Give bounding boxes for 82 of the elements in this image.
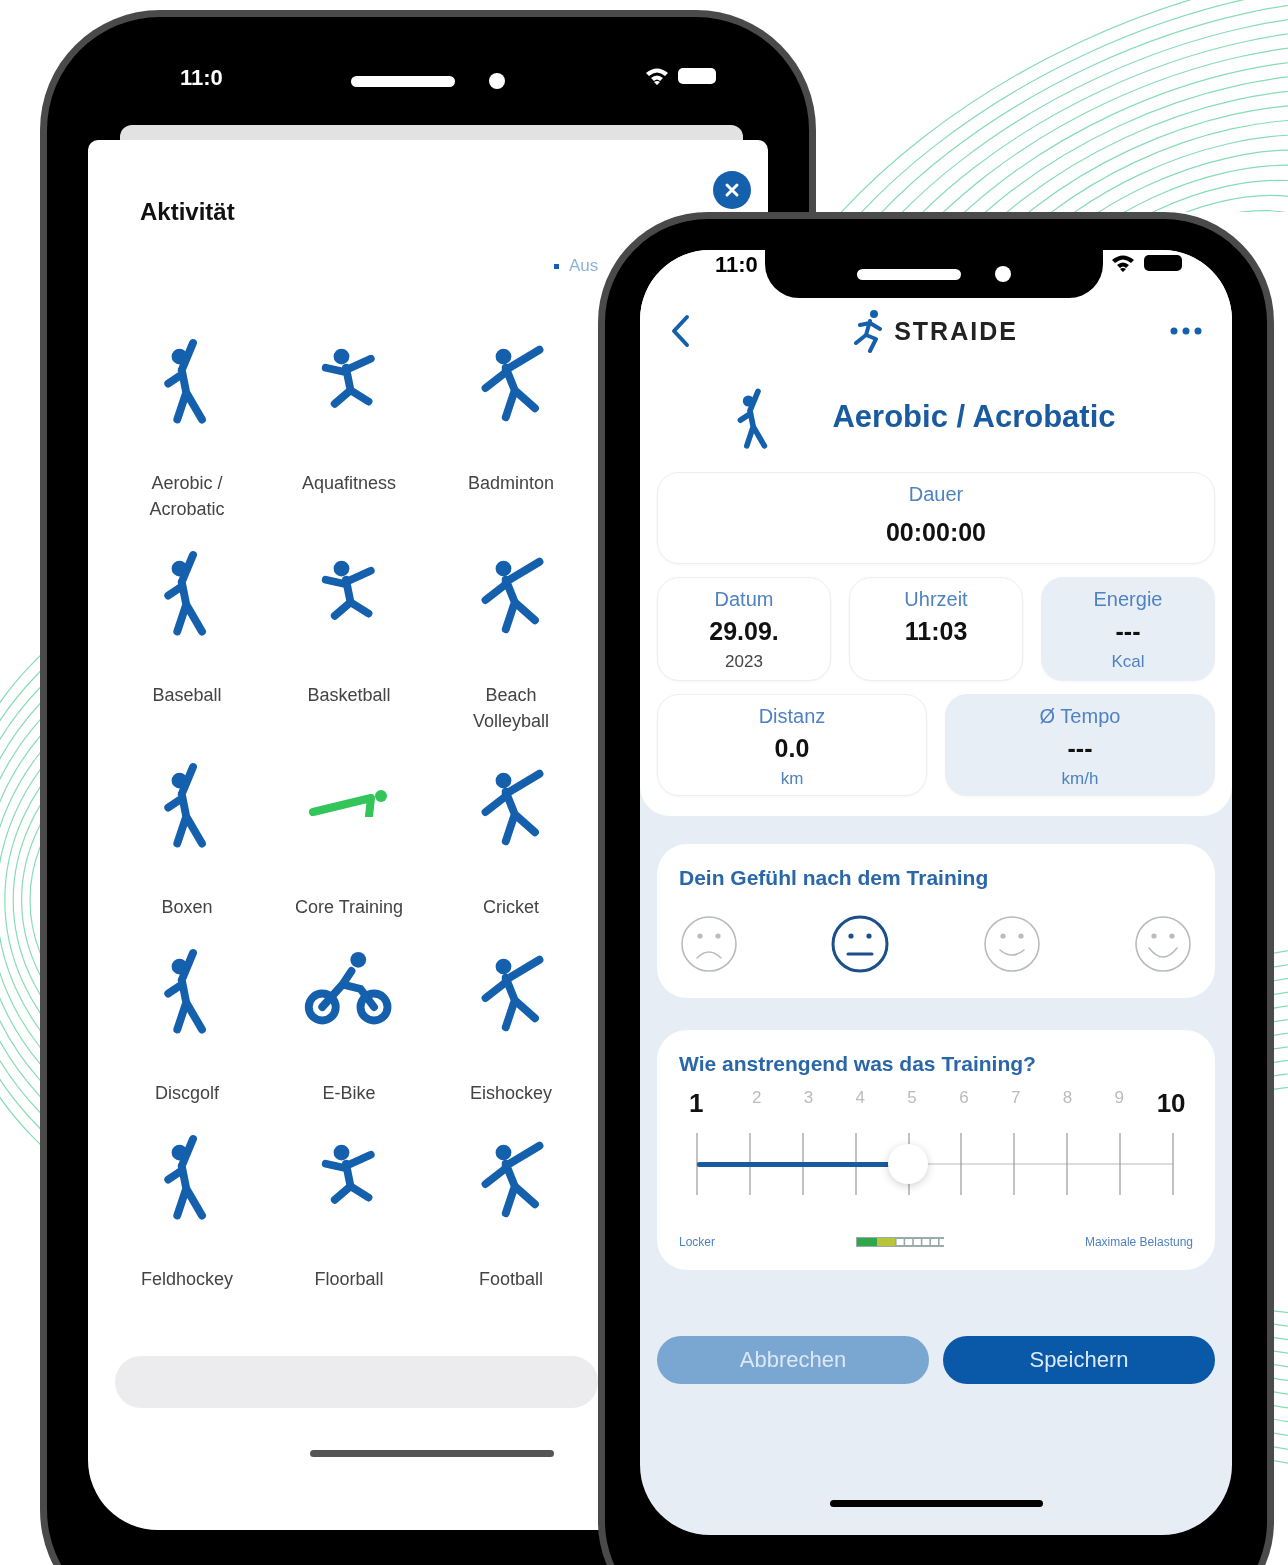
stat-unit: Kcal: [1111, 652, 1145, 672]
activity-tile[interactable]: Badminton: [430, 334, 592, 546]
status-time: 11:0: [715, 252, 758, 278]
scale-number: 1: [688, 1088, 705, 1119]
wifi-icon: [644, 67, 670, 85]
scale-max-label: Maximale Belastung: [1084, 1235, 1193, 1249]
activity-label: Feldhockey: [140, 1268, 234, 1291]
activity-tile[interactable]: E-Bike: [268, 944, 430, 1130]
activity-tile[interactable]: Feldhockey: [106, 1130, 268, 1316]
stat-unit: km/h: [1061, 769, 1099, 789]
scale-number: 3: [802, 1088, 815, 1109]
wifi-icon: [1110, 254, 1136, 272]
battery-icon: [678, 68, 716, 84]
activity-tile[interactable]: Aerobic / Acrobatic: [106, 334, 268, 546]
stat-unit: km: [780, 769, 804, 789]
scale-number: 7: [1009, 1088, 1022, 1109]
intensity-scale-icon: [856, 1237, 944, 1247]
activity-label: Football: [478, 1268, 543, 1291]
stat-card[interactable]: Distanz 0.0 km: [657, 694, 927, 796]
activity-title: Aerobic / Acrobatic: [832, 399, 1116, 435]
scale-number: 2: [750, 1088, 763, 1109]
activity-label: Eishockey: [469, 1082, 552, 1105]
activity-tile[interactable]: Eishockey: [430, 944, 592, 1130]
activity-label: Core Training: [294, 896, 404, 919]
activity-label: Cricket: [483, 896, 539, 919]
stat-label: Distanz: [758, 705, 826, 728]
stat-value: 29.09.: [709, 617, 779, 646]
scale-number: 8: [1061, 1088, 1074, 1109]
battery-icon: [1144, 255, 1182, 271]
bullet-icon: [554, 263, 559, 269]
scale-number: 4: [854, 1088, 866, 1109]
activity-tile[interactable]: Basketball: [268, 546, 430, 758]
stat-label: Ø Tempo: [1039, 705, 1121, 728]
stat-value: 00:00:00: [885, 518, 987, 547]
brand-name: STRAIDE: [894, 316, 1018, 346]
stat-label: Dauer: [908, 483, 964, 506]
stat-label: Energie: [1093, 588, 1163, 611]
activity-tile[interactable]: Floorball: [268, 1130, 430, 1316]
activity-tile[interactable]: Cricket: [430, 758, 592, 944]
stat-unit: 2023: [725, 652, 763, 672]
activity-label: Beach Volleyball: [472, 684, 550, 733]
scale-number: 5: [906, 1088, 918, 1109]
activity-tile[interactable]: Aquafitness: [268, 334, 430, 546]
stat-card[interactable]: Uhrzeit 11:03: [849, 577, 1023, 681]
stat-card[interactable]: Datum 29.09. 2023: [657, 577, 831, 681]
more-icon: [1169, 326, 1203, 336]
activity-tile[interactable]: Football: [430, 1130, 592, 1316]
close-button[interactable]: [713, 171, 751, 209]
close-icon: [723, 181, 741, 199]
card-title: Dein Gefühl nach dem Training: [679, 866, 989, 889]
stat-card[interactable]: Dauer 00:00:00: [657, 472, 1215, 564]
card-title: Wie anstrengend was das Training?: [679, 1052, 1036, 1075]
status-time: 11:0: [180, 65, 223, 91]
stat-value: ---: [1067, 734, 1093, 763]
save-button[interactable]: Speichern: [943, 1336, 1215, 1384]
activity-label: Floorball: [314, 1268, 384, 1291]
activity-label: Aquafitness: [301, 472, 397, 495]
activity-tile[interactable]: Discgolf: [106, 944, 268, 1130]
activity-tile[interactable]: Boxen: [106, 758, 268, 944]
activity-label: Aerobic / Acrobatic: [149, 472, 225, 521]
activity-tile[interactable]: Core Training: [268, 758, 430, 944]
stat-label: Datum: [714, 588, 774, 611]
activity-label: Basketball: [307, 684, 391, 707]
stat-value: 11:03: [904, 617, 968, 646]
activity-tile[interactable]: Beach Volleyball: [430, 546, 592, 758]
face-icon[interactable]: [830, 914, 891, 974]
activity-label: Badminton: [467, 472, 555, 495]
scale-number: 10: [1155, 1088, 1187, 1119]
activity-tile[interactable]: Baseball: [106, 546, 268, 758]
stat-value: ---: [1115, 617, 1141, 646]
stat-label: Uhrzeit: [904, 588, 968, 611]
sheet-title: Aktivität: [140, 198, 235, 226]
stat-value: 0.0: [774, 734, 810, 763]
back-icon: [669, 313, 691, 349]
scale-min-label: Locker: [679, 1235, 716, 1249]
scale-number: 6: [958, 1088, 970, 1109]
activity-label: Baseball: [152, 684, 222, 707]
activity-label: Boxen: [161, 896, 213, 919]
activity-label: E-Bike: [322, 1082, 376, 1105]
slider-thumb[interactable]: [888, 1144, 929, 1184]
scale-number: 9: [1113, 1088, 1125, 1109]
activity-label: Discgolf: [155, 1082, 219, 1105]
